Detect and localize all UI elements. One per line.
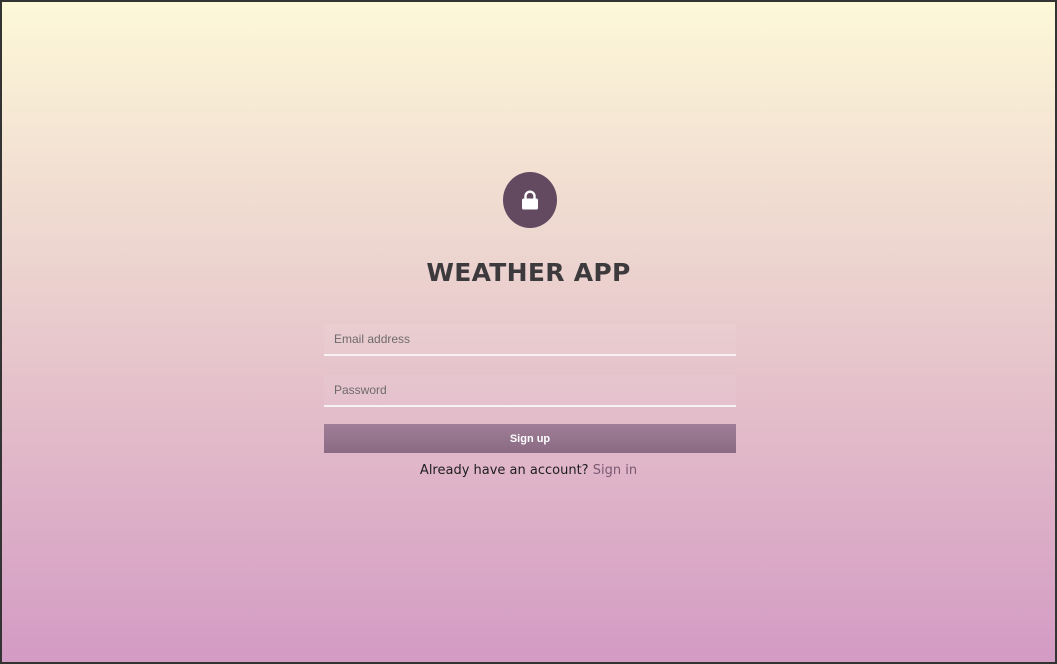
password-field[interactable]	[324, 375, 736, 407]
sign-in-link[interactable]: Sign in	[593, 463, 637, 478]
app-title: WEATHER APP	[426, 258, 631, 287]
signin-prompt: Already have an account? Sign in	[2, 463, 1055, 478]
signin-prompt-text: Already have an account?	[419, 463, 589, 478]
sign-up-button[interactable]: Sign up	[324, 424, 736, 453]
email-field[interactable]	[324, 324, 736, 356]
page-background: WEATHER APP Sign up Already have an acco…	[0, 0, 1057, 664]
lock-icon	[522, 190, 538, 210]
lock-badge	[503, 172, 557, 228]
